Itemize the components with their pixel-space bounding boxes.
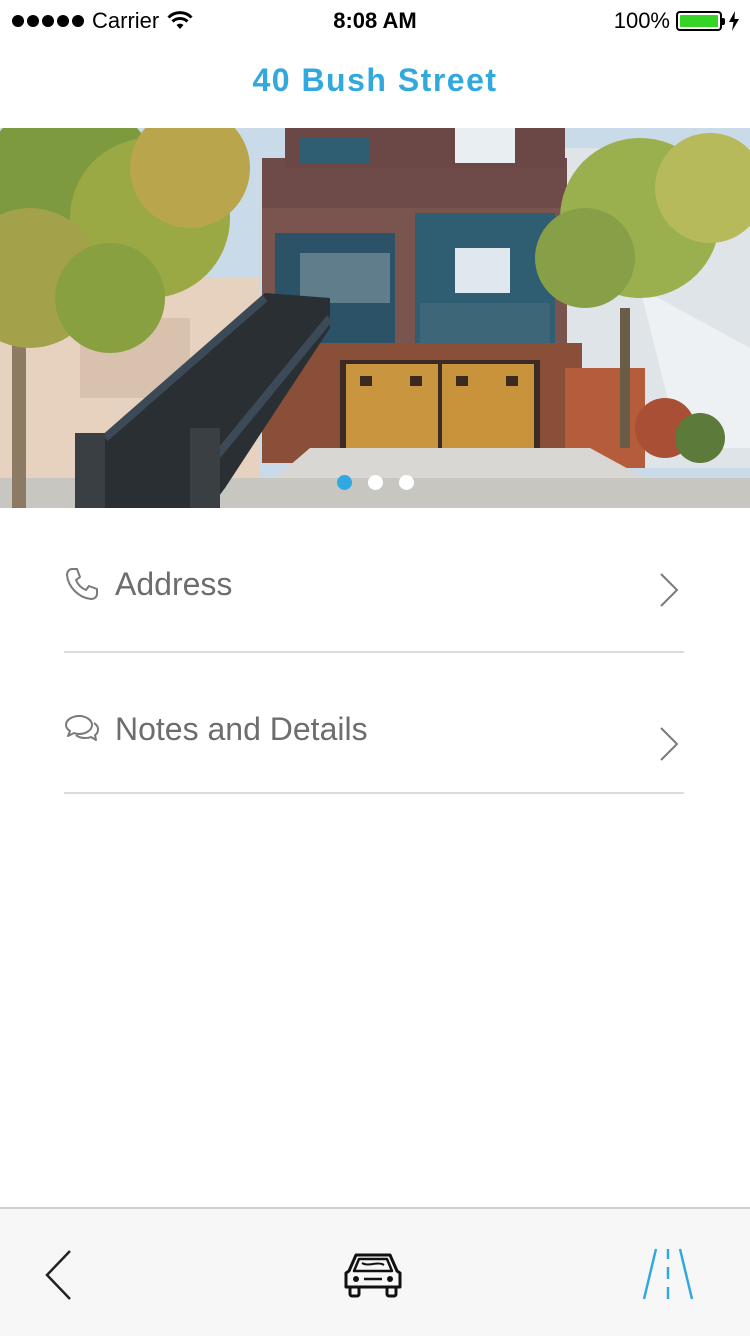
page-dot[interactable] [398, 475, 414, 490]
back-chevron-icon[interactable] [42, 1249, 76, 1301]
chat-bubbles-icon [65, 715, 99, 741]
list-item-label: Address [115, 566, 233, 602]
chevron-right-icon [660, 727, 679, 761]
list-item-notes[interactable]: Notes and Details [64, 653, 684, 794]
list-item-address[interactable]: Address [64, 508, 684, 653]
status-right: 100% [614, 8, 740, 34]
house-photo [0, 128, 750, 508]
bottom-toolbar [0, 1207, 750, 1336]
detail-list: Address Notes and Details [0, 508, 750, 794]
battery-icon [676, 11, 725, 31]
list-item-label: Notes and Details [115, 711, 368, 747]
chevron-right-icon [660, 573, 679, 607]
page-dot[interactable] [336, 475, 352, 490]
battery-percent: 100% [613, 8, 670, 33]
battery-fill [680, 15, 718, 27]
road-icon[interactable] [640, 1247, 696, 1301]
status-bar: Carrier 8:08 AM 100% [0, 0, 750, 40]
page-dot[interactable] [367, 475, 383, 490]
page-title: 40 Bush Street [252, 62, 498, 98]
charging-bolt-icon [729, 11, 739, 31]
page-indicator[interactable] [0, 475, 750, 490]
photo-gallery[interactable] [0, 128, 750, 508]
car-icon[interactable] [342, 1249, 404, 1301]
phone-icon [66, 568, 98, 600]
